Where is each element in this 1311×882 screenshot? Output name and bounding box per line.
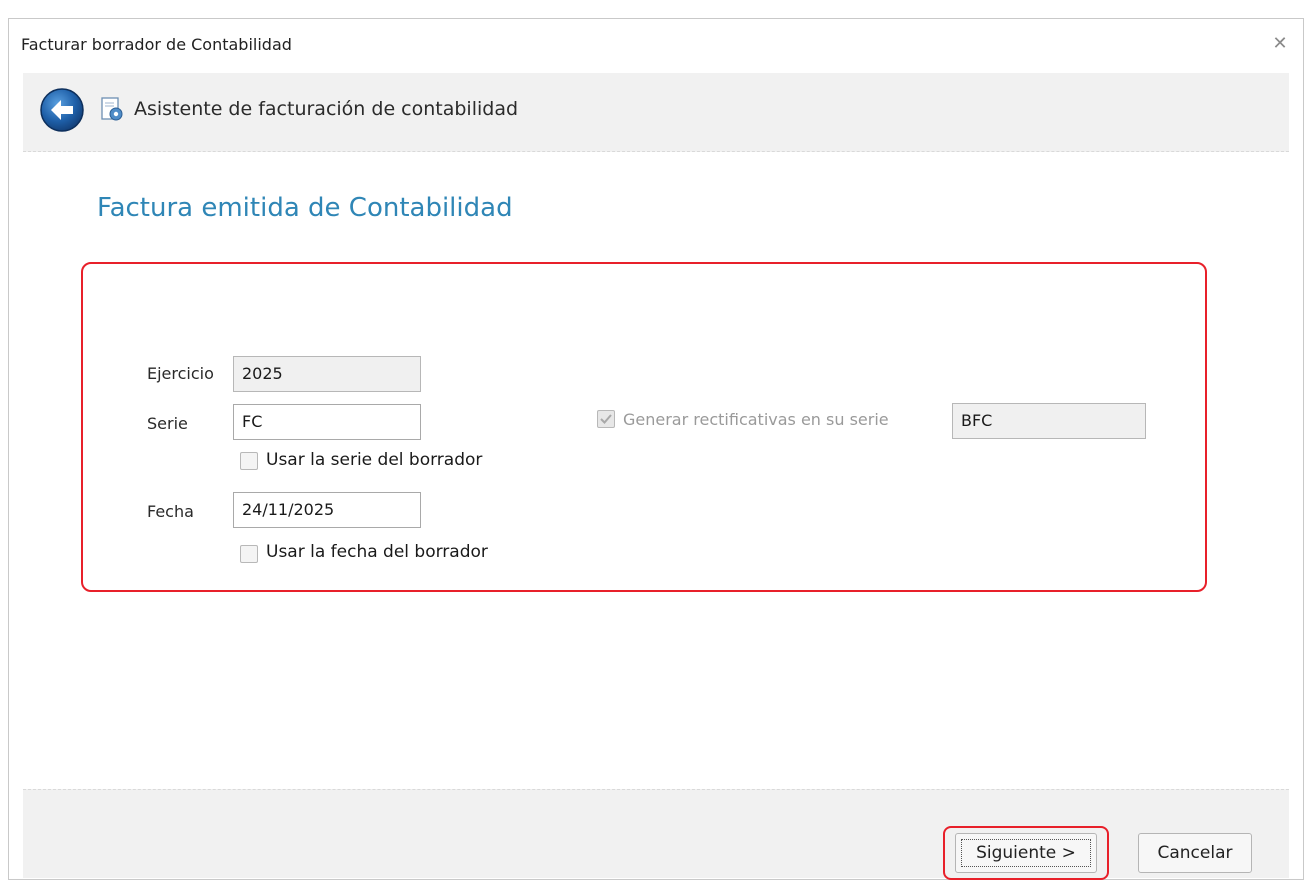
document-gear-icon (101, 97, 123, 121)
rectificativas-checkbox (597, 410, 615, 428)
cancel-button-label: Cancelar (1157, 843, 1233, 863)
fecha-label: Fecha (147, 502, 194, 521)
checkmark-icon (600, 414, 612, 424)
usar-serie-label[interactable]: Usar la serie del borrador (266, 450, 482, 470)
usar-fecha-label[interactable]: Usar la fecha del borrador (266, 542, 488, 562)
rectificativas-label: Generar rectificativas en su serie (623, 410, 889, 429)
wizard-header: Asistente de facturación de contabilidad (23, 73, 1289, 152)
page-heading: Factura emitida de Contabilidad (97, 193, 513, 223)
usar-serie-checkbox[interactable] (240, 452, 258, 470)
close-icon[interactable]: ✕ (1269, 33, 1291, 55)
back-arrow-icon[interactable] (39, 87, 85, 133)
rectificativas-serie-field: BFC (952, 403, 1146, 439)
focus-rect (961, 839, 1091, 867)
cancel-button[interactable]: Cancelar (1138, 833, 1252, 873)
dialog-window: Facturar borrador de Contabilidad ✕ Asis… (8, 18, 1304, 880)
next-button[interactable]: Siguiente > (955, 833, 1097, 873)
wizard-title: Asistente de facturación de contabilidad (134, 98, 519, 120)
usar-fecha-checkbox[interactable] (240, 545, 258, 563)
serie-label: Serie (147, 414, 188, 433)
wizard-footer: Siguiente > Cancelar (23, 789, 1289, 880)
serie-field[interactable]: FC (233, 404, 421, 440)
ejercicio-label: Ejercicio (147, 364, 214, 383)
fecha-field[interactable]: 24/11/2025 (233, 492, 421, 528)
title-bar: Facturar borrador de Contabilidad ✕ (9, 19, 1303, 71)
window-title: Facturar borrador de Contabilidad (21, 35, 292, 54)
ejercicio-field: 2025 (233, 356, 421, 392)
content-area: Factura emitida de Contabilidad Ejercici… (23, 152, 1289, 788)
